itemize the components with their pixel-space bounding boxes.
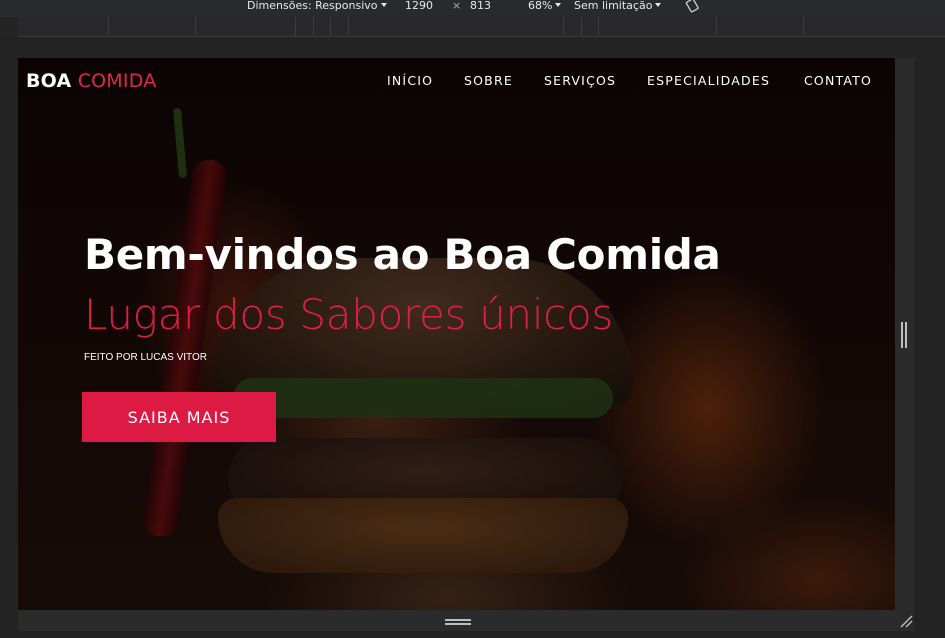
corner-resize-icon[interactable] — [899, 614, 913, 628]
times-symbol: × — [452, 0, 462, 12]
nav-inicio[interactable]: INÍCIO — [387, 73, 433, 88]
height-input[interactable]: 813 — [470, 0, 491, 14]
hero-credit: FEITO POR LUCAS VITOR — [84, 352, 207, 363]
site-logo[interactable]: BOA COMIDA — [26, 70, 156, 92]
logo-accent-text: COMIDA — [77, 70, 157, 92]
nav-sobre[interactable]: SOBRE — [464, 73, 513, 88]
nav-contato[interactable]: CONTATO — [804, 73, 872, 88]
hero-subtitle: Lugar dos Sabores únicos — [84, 290, 613, 339]
nav-servicos[interactable]: SERVIÇOS — [544, 73, 616, 88]
throttle-label: Sem limitação — [574, 0, 653, 12]
chevron-down-icon — [555, 3, 562, 7]
chevron-down-icon — [655, 3, 662, 7]
saiba-mais-button[interactable]: SAIBA MAIS — [82, 392, 276, 442]
dimensions-label: Dimensões: Responsivo — [247, 0, 378, 12]
device-toolbar: Dimensões: Responsivo 1290 × 813 68% Sem… — [0, 0, 945, 17]
hero-title: Bem-vindos ao Boa Comida — [84, 230, 721, 279]
logo-bold-text: BOA — [26, 70, 72, 92]
rotate-icon[interactable] — [684, 0, 700, 13]
media-query-bar — [18, 17, 945, 37]
throttle-dropdown[interactable]: Sem limitação — [574, 0, 662, 14]
width-input[interactable]: 1290 — [405, 0, 433, 14]
zoom-label: 68% — [528, 0, 553, 12]
right-resize-handle[interactable] — [901, 322, 907, 348]
bottom-resize-handle[interactable] — [445, 619, 471, 625]
zoom-dropdown[interactable]: 68% — [528, 0, 562, 14]
chevron-down-icon — [380, 3, 387, 7]
site-navbar: BOA COMIDA INÍCIO SOBRE SERVIÇOS ESPECIA… — [18, 58, 895, 102]
dimensions-dropdown[interactable]: Dimensões: Responsivo — [247, 0, 387, 14]
nav-especialidades[interactable]: ESPECIALIDADES — [647, 73, 770, 88]
emulated-page: BOA COMIDA INÍCIO SOBRE SERVIÇOS ESPECIA… — [18, 58, 895, 610]
